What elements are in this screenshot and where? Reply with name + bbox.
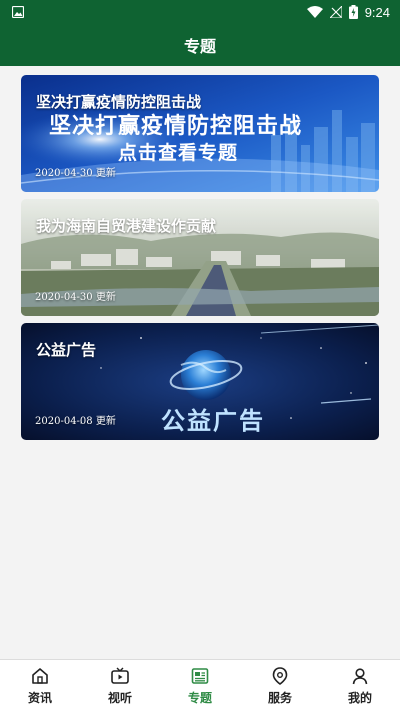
tab-media[interactable]: 视听 [80, 660, 160, 711]
tab-news[interactable]: 资讯 [0, 660, 80, 711]
topic-card-public-ad[interactable]: 公益广告 公益广告 2020-04-08 更新 [21, 323, 379, 440]
image-notification-icon [12, 6, 24, 18]
status-time: 9:24 [364, 4, 390, 20]
battery-charging-icon [348, 5, 358, 19]
tab-label: 视听 [107, 690, 132, 705]
card-banner-headline: 坚决打赢疫情防控阻击战 [49, 114, 303, 139]
status-bar: 9:24 [0, 0, 400, 24]
page-title: 专题 [183, 37, 216, 56]
bottom-tab-bar: 资讯 视听 专题 服务 我的 [0, 659, 400, 711]
tab-label: 服务 [267, 690, 292, 705]
no-signal-icon [329, 6, 342, 18]
service-icon [272, 666, 288, 685]
tv-icon [111, 667, 129, 684]
tab-topics[interactable]: 专题 [160, 660, 240, 711]
tab-label: 专题 [187, 690, 212, 705]
topic-icon [191, 667, 209, 684]
card-title: 我为海南自贸港建设作贡献 [36, 217, 217, 235]
wifi-icon [306, 6, 323, 18]
card-update-date: 2020-04-30 更新 [35, 292, 116, 303]
topic-card-hainan[interactable]: 我为海南自贸港建设作贡献 2020-04-30 更新 [21, 199, 379, 316]
card-banner-subline: 点击查看专题 [118, 142, 239, 164]
tab-service[interactable]: 服务 [240, 660, 320, 711]
topic-list: 坚决打赢疫情防控阻击战 点击查看专题 坚决打赢疫情防控阻击战 2020-04-3… [21, 75, 379, 447]
card-update-date: 2020-04-30 更新 [35, 168, 116, 179]
tab-mine[interactable]: 我的 [320, 660, 400, 711]
home-icon [32, 667, 48, 684]
page-header: 专题 [0, 24, 400, 66]
topic-card-epidemic[interactable]: 坚决打赢疫情防控阻击战 点击查看专题 坚决打赢疫情防控阻击战 2020-04-3… [21, 75, 379, 192]
tab-label: 我的 [347, 690, 372, 705]
card-title: 坚决打赢疫情防控阻击战 [36, 93, 202, 111]
card-banner-headline: 公益广告 [161, 407, 265, 435]
tab-label: 资讯 [27, 690, 52, 705]
card-title: 公益广告 [36, 341, 97, 359]
card-update-date: 2020-04-08 更新 [35, 416, 116, 427]
user-icon [352, 667, 368, 684]
